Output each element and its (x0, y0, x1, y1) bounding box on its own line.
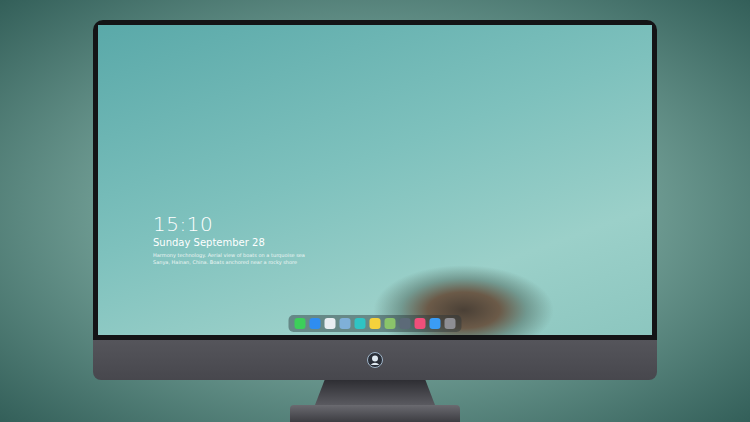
dock (289, 315, 462, 332)
desktop-mockup: 15:10Sunday September 28 Harmony technolo… (0, 0, 750, 422)
monitor-neck (315, 380, 435, 405)
dock-app-icon[interactable] (445, 318, 456, 329)
dock-app-icon[interactable] (295, 318, 306, 329)
wallpaper-caption: Harmony technology. Aerial view of boats… (153, 252, 305, 259)
lock-clock: 15:10Sunday September 28 Harmony technolo… (153, 212, 305, 266)
clock-date: Sunday September 28 (153, 236, 305, 249)
dock-app-icon[interactable] (325, 318, 336, 329)
dock-app-icon[interactable] (415, 318, 426, 329)
brand-logo-icon (367, 352, 383, 368)
dock-app-icon[interactable] (400, 318, 411, 329)
dock-app-icon[interactable] (370, 318, 381, 329)
monitor-chin (93, 340, 657, 380)
monitor-screen: 15:10Sunday September 28 Harmony technolo… (93, 20, 657, 340)
wallpaper-caption: Sanya, Hainan, China. Boats anchored nea… (153, 259, 305, 266)
dock-app-icon[interactable] (310, 318, 321, 329)
monitor-base (290, 405, 460, 422)
lock-screen[interactable]: 15:10Sunday September 28 Harmony technolo… (98, 25, 652, 335)
dock-app-icon[interactable] (430, 318, 441, 329)
clock-time: 15:10 (153, 212, 305, 236)
dock-app-icon[interactable] (340, 318, 351, 329)
dock-app-icon[interactable] (355, 318, 366, 329)
dock-app-icon[interactable] (385, 318, 396, 329)
